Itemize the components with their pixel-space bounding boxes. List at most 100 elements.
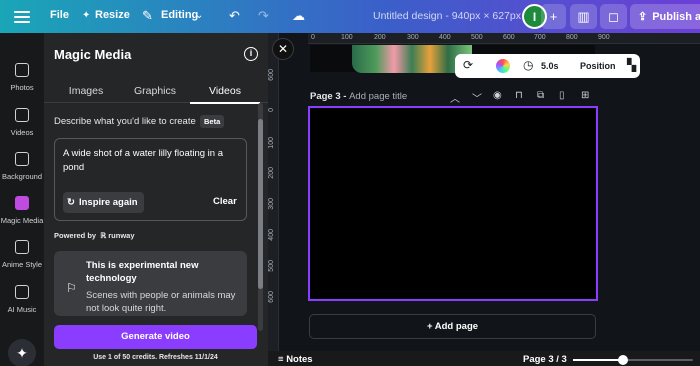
scrollbar-thumb[interactable] [258,119,263,289]
page-number-label: Page 3 - [310,91,350,102]
rail-item-background[interactable]: Background [0,152,44,181]
media-tabs: Images Graphics Videos [44,81,268,104]
chevron-down-icon[interactable]: ⌄ [195,7,203,25]
add-page-icon[interactable]: ⊞ [581,90,589,101]
design-title[interactable]: Untitled design - 940px × 627px [373,10,521,22]
panel-scrollbar[interactable] [258,103,263,331]
magic-sparkle-button[interactable]: ✦ [8,339,36,366]
duration-value[interactable]: 5.0s [541,61,559,71]
ruler-tick: 0 [268,108,275,112]
replace-icon[interactable]: ⟳ [463,58,473,72]
powered-by-label: Powered by [54,231,97,240]
ruler-tick: 400 [439,34,451,41]
close-panel-button[interactable]: ✕ [272,38,294,60]
ruler-tick: 300 [268,198,275,210]
notes-button[interactable]: ≡ Notes [278,354,313,365]
powered-by: Powered by ℝ runway [54,231,135,240]
tab-videos[interactable]: Videos [190,85,260,97]
magic-media-icon [15,196,29,210]
insights-button[interactable]: ▥ [570,4,597,29]
clock-icon[interactable]: ◷ [523,58,533,72]
rail-item-photos[interactable]: Photos [0,63,44,92]
anime-style-icon [15,240,29,254]
beta-badge: Beta [200,115,225,128]
prompt-textarea[interactable]: A wide shot of a water lilly floating in… [54,138,247,221]
ruler-tick: 600 [503,34,515,41]
zoom-slider[interactable] [573,355,693,365]
ruler-left: 600 0 100 200 300 400 500 600 [268,33,279,366]
rail-item-videos[interactable]: Videos [0,108,44,137]
rail-item-anime-style[interactable]: Anime Style [0,240,44,269]
experimental-notice: ⚐ This is experimental new technology Sc… [54,251,247,316]
clear-button[interactable]: Clear [213,196,237,207]
resize-icon: ✦ [82,10,91,21]
info-icon[interactable]: i [244,47,258,61]
lock-icon[interactable]: ⊓ [515,90,523,101]
rail-item-ai-music[interactable]: AI Music [0,285,44,314]
rail-item-label: Background [1,172,43,181]
floral-artwork[interactable] [352,45,472,73]
rail-item-label: Photos [10,83,34,92]
cloud-sync-icon[interactable]: ☁ [292,7,305,25]
panel-title: Magic Media [54,47,132,62]
ruler-tick: 200 [374,34,386,41]
element-toolbar: ⟳ ◷ 5.0s Position ▚ [455,54,640,78]
sparkle-icon: ✦ [16,345,28,361]
add-page-button[interactable]: + Add page [309,314,596,339]
top-toolbar: File ✦ Resize ✎ Editing ⌄ ↶ ↷ ☁ Untitled… [0,0,700,33]
page-title-input[interactable]: Add page title [349,91,407,102]
canvas-area: 0 100 200 300 400 500 600 700 800 900 60… [268,33,700,366]
pencil-icon: ✎ [142,8,153,23]
ruler-tick: 500 [268,260,275,272]
ruler-tick: 800 [566,34,578,41]
publish-button[interactable]: ⇪ Publish as [630,4,700,29]
rail-item-label: Magic Media [0,216,44,225]
inspire-again-button[interactable]: ↻ Inspire again [63,192,144,213]
tab-graphics[interactable]: Graphics [120,85,190,97]
comments-button[interactable]: ◻ [600,4,627,29]
notes-icon: ≡ [278,354,287,365]
resize-button[interactable]: Resize [95,9,130,21]
prompt-text[interactable]: A wide shot of a water lilly floating in… [63,147,238,175]
background-icon [15,152,29,166]
chevron-up-icon[interactable]: ︿ [450,90,460,105]
menu-icon[interactable] [14,8,30,24]
rail-item-label: Videos [10,128,34,137]
generate-video-button[interactable]: Generate video [54,325,257,349]
avatar-initial: I [532,9,537,24]
add-collaborator-button[interactable]: + [541,4,566,29]
chevron-down-icon[interactable]: ﹀ [472,90,482,105]
duplicate-icon[interactable]: ⧉ [537,90,544,101]
ruler-tick: 0 [311,34,315,41]
paint-roller-icon[interactable]: ▚ [627,58,636,72]
color-wheel-icon[interactable] [496,59,510,73]
describe-label: Describe what you'd like to create [54,116,196,127]
bar-chart-icon: ▥ [577,8,590,24]
refresh-icon: ↻ [67,197,75,208]
runway-logo: ℝ runway [100,231,135,240]
bottom-status-bar: ≡ Notes Page 3 / 3 [268,351,700,366]
page-canvas[interactable] [308,106,598,301]
video-icon [15,108,29,122]
active-tab-indicator [190,102,260,104]
page-count[interactable]: Page 3 / 3 [523,354,567,365]
flag-icon: ⚐ [66,281,77,295]
editing-mode-button[interactable]: Editing [161,9,198,21]
plus-icon: + [549,9,558,24]
tab-images[interactable]: Images [51,85,121,97]
close-icon: ✕ [277,42,289,56]
ruler-tick: 900 [598,34,610,41]
rail-item-magic-media[interactable]: Magic Media [0,196,44,225]
zoom-slider-thumb[interactable] [618,355,629,365]
ruler-tick: 500 [471,34,483,41]
ruler-top: 0 100 200 300 400 500 600 700 800 900 [308,33,700,44]
delete-icon[interactable]: ▯ [559,90,565,101]
hide-icon[interactable]: ◉ [493,90,502,101]
rail-item-label: Anime Style [1,260,43,269]
file-menu[interactable]: File [50,9,69,21]
undo-icon[interactable]: ↶ [229,7,240,25]
position-button[interactable]: Position [580,61,616,71]
publish-label: Publish as [652,10,700,23]
photo-icon [15,63,29,77]
redo-icon[interactable]: ↷ [258,7,269,25]
